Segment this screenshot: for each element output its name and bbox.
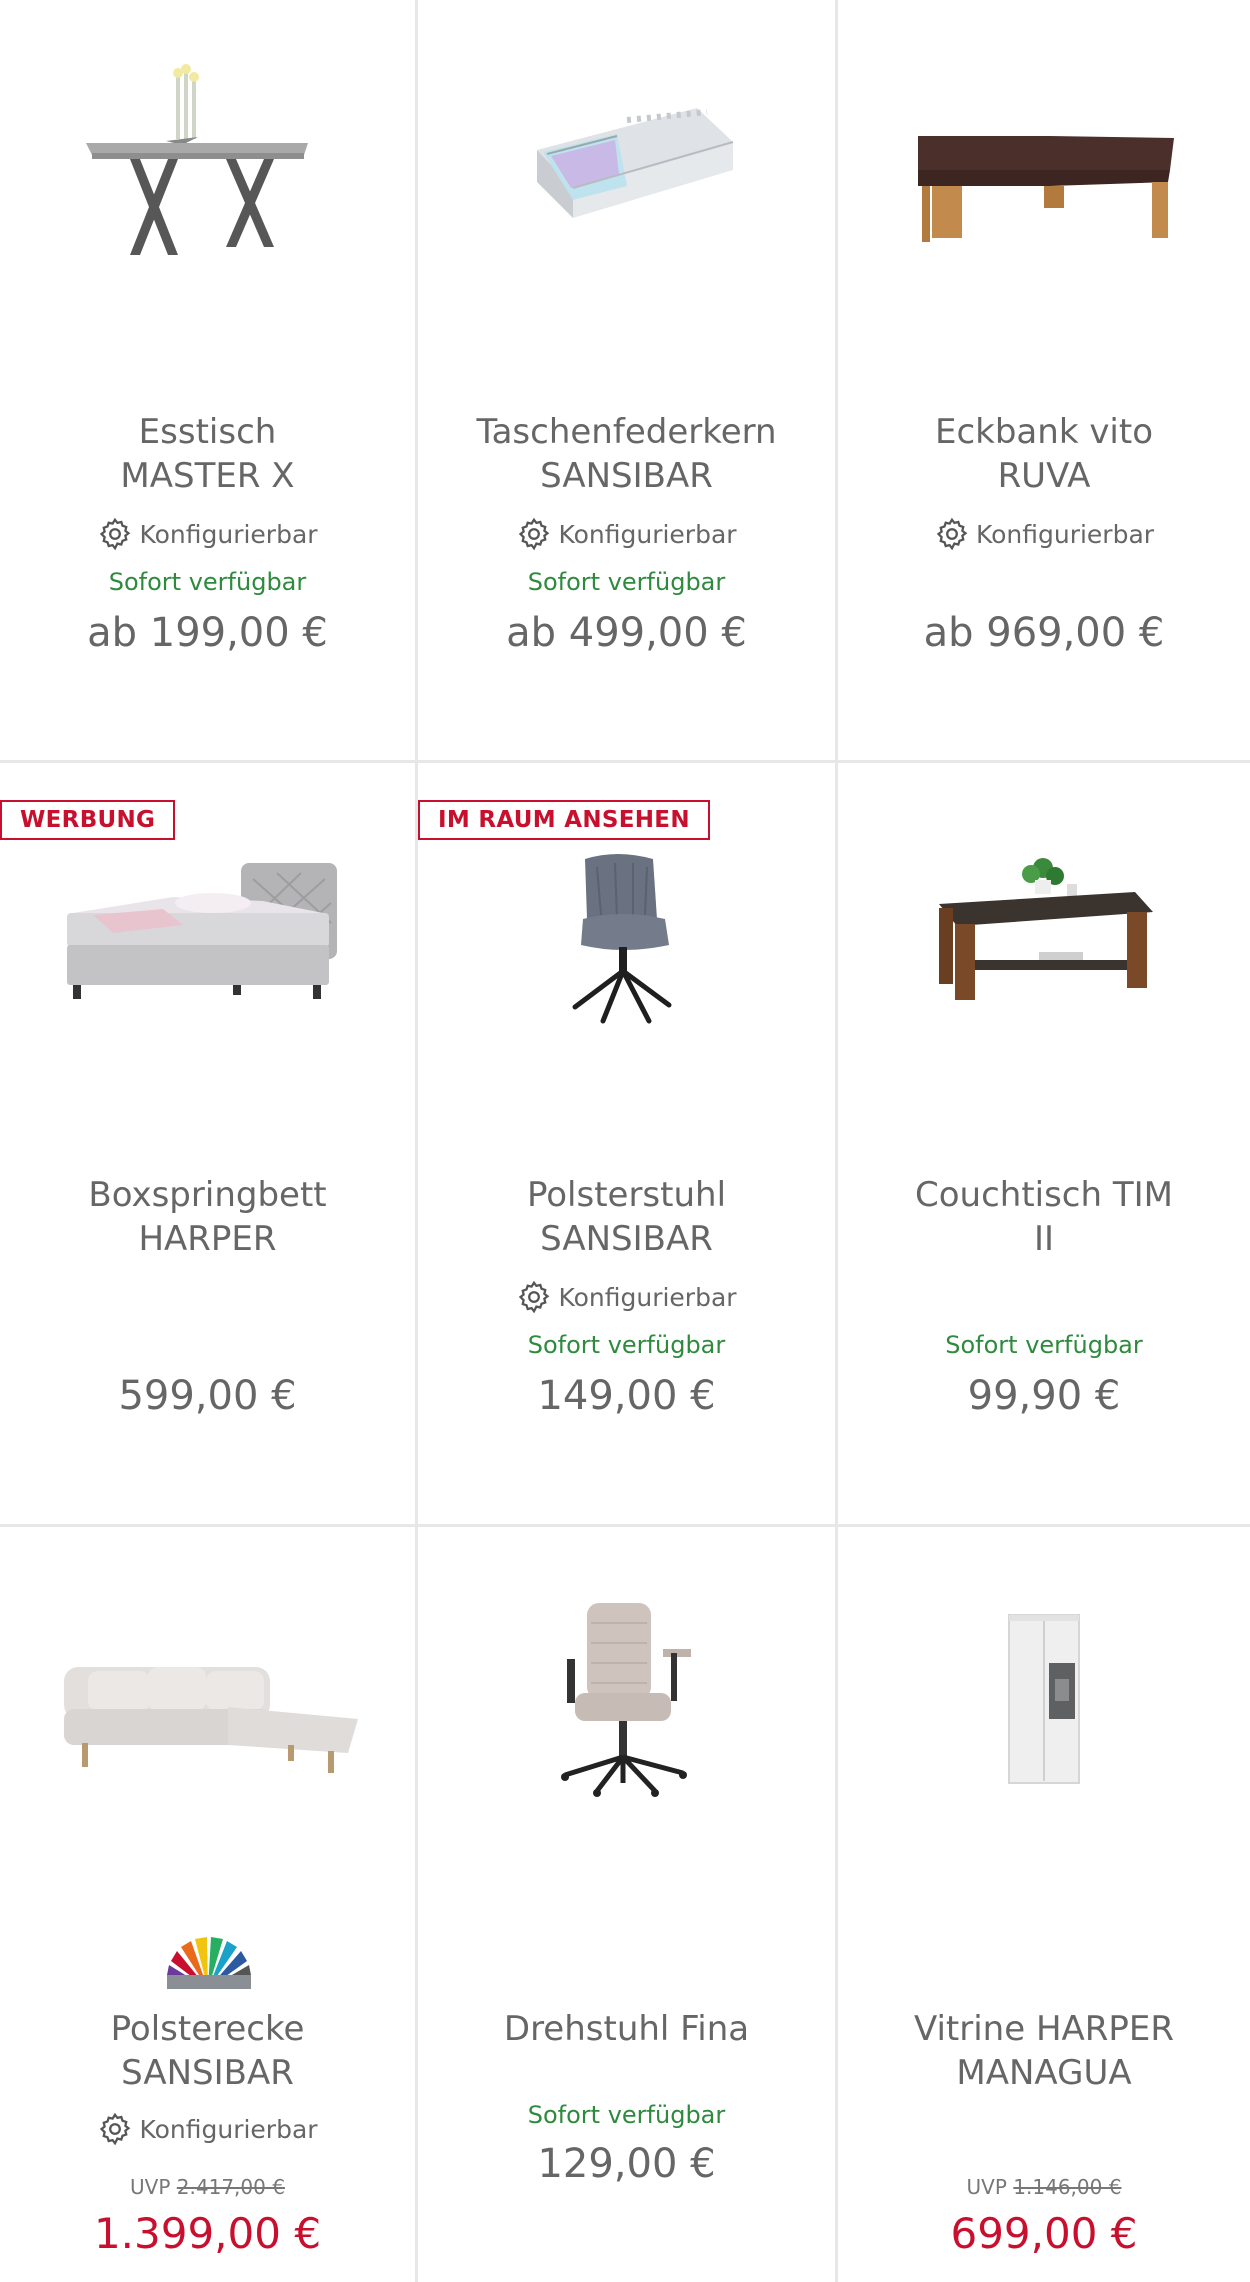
product-title[interactable]: Esstisch MASTER X	[0, 410, 415, 498]
product-price: 129,00 €	[537, 2141, 716, 2187]
product-title[interactable]: Polsterecke SANSIBAR	[0, 2007, 415, 2095]
product-image-coffee-table[interactable]	[929, 848, 1159, 1018]
msrp-price: UVP 1.146,00 €	[966, 2175, 1122, 2199]
product-grid: Esstisch MASTER X Konfigurierbar Sofort v…	[0, 0, 1250, 2282]
advertising-badge: WERBUNG	[0, 800, 176, 840]
product-card-couchtisch[interactable]: Couchtisch TIM II Sofort verfügbar 99,90 …	[838, 763, 1250, 1527]
product-image-corner-bench[interactable]	[904, 120, 1184, 260]
product-title[interactable]: Taschenfederkern SANSIBAR	[418, 410, 835, 498]
product-image-table[interactable]	[78, 55, 338, 275]
product-price: ab 969,00 €	[923, 610, 1165, 656]
view-in-room-badge[interactable]: IM RAUM ANSEHEN	[418, 800, 710, 840]
availability-status: Sofort verfügbar	[527, 1331, 726, 1359]
product-card-vitrine[interactable]: Vitrine HARPER MANAGUA UVP 1.146,00 € 699…	[838, 1527, 1250, 2282]
product-price: 599,00 €	[118, 1373, 297, 1419]
gear-icon	[519, 517, 550, 551]
product-card-esstisch[interactable]: Esstisch MASTER X Konfigurierbar Sofort v…	[0, 0, 418, 763]
configurable-label: Konfigurierbar	[0, 516, 415, 552]
availability-status: Sofort verfügbar	[527, 568, 726, 596]
availability-status: Sofort verfügbar	[108, 568, 307, 596]
product-image-sofa[interactable]	[58, 1637, 358, 1787]
product-title[interactable]: Polsterstuhl SANSIBAR	[418, 1173, 835, 1261]
color-fan-icon	[163, 1937, 253, 1993]
product-image-office-chair[interactable]	[547, 1597, 707, 1797]
configurable-label: Konfigurierbar	[838, 516, 1250, 552]
product-image-bed[interactable]	[63, 853, 353, 1003]
product-title[interactable]: Boxspringbett HARPER	[0, 1173, 415, 1261]
gear-icon	[100, 2112, 131, 2146]
gear-icon	[936, 517, 968, 551]
product-card-polsterstuhl[interactable]: IM RAUM ANSEHEN Polsterstuhl SANSIBAR Kon…	[418, 763, 838, 1527]
configurable-label: Konfigurierbar	[418, 1279, 835, 1315]
configurable-label: Konfigurierbar	[418, 516, 835, 552]
product-image-chair[interactable]	[557, 845, 697, 1025]
product-price: 149,00 €	[537, 1373, 716, 1419]
product-image-display-cabinet[interactable]	[999, 1609, 1089, 1789]
product-card-drehstuhl[interactable]: Drehstuhl Fina Sofort verfügbar 129,00 €	[418, 1527, 838, 2282]
sale-price: 699,00 €	[950, 2209, 1138, 2258]
configurable-label: Konfigurierbar	[0, 2111, 415, 2147]
product-card-polsterecke[interactable]: Polsterecke SANSIBAR Konfigurierbar UVP 2…	[0, 1527, 418, 2282]
sale-price: 1.399,00 €	[93, 2209, 322, 2258]
product-card-boxspringbett[interactable]: WERBUNG Boxspringbett HARPER 599,00 €	[0, 763, 418, 1527]
product-title[interactable]: Drehstuhl Fina	[418, 2007, 835, 2051]
product-title[interactable]: Eckbank vito RUVA	[838, 410, 1250, 498]
msrp-price: UVP 2.417,00 €	[130, 2175, 285, 2199]
product-price: ab 199,00 €	[87, 610, 328, 656]
product-title[interactable]: Vitrine HARPER MANAGUA	[838, 2007, 1250, 2095]
availability-status: Sofort verfügbar	[527, 2101, 726, 2129]
product-title[interactable]: Couchtisch TIM II	[838, 1173, 1250, 1261]
product-price: ab 499,00 €	[506, 610, 747, 656]
product-card-eckbank[interactable]: Eckbank vito RUVA Konfigurierbar ab 969,0…	[838, 0, 1250, 763]
product-card-matratze[interactable]: Taschenfederkern SANSIBAR Konfigurierbar …	[418, 0, 838, 763]
gear-icon	[519, 1280, 550, 1314]
product-price: 99,90 €	[967, 1373, 1121, 1419]
product-image-mattress[interactable]	[507, 90, 747, 240]
gear-icon	[100, 517, 131, 551]
availability-status: Sofort verfügbar	[945, 1331, 1143, 1359]
